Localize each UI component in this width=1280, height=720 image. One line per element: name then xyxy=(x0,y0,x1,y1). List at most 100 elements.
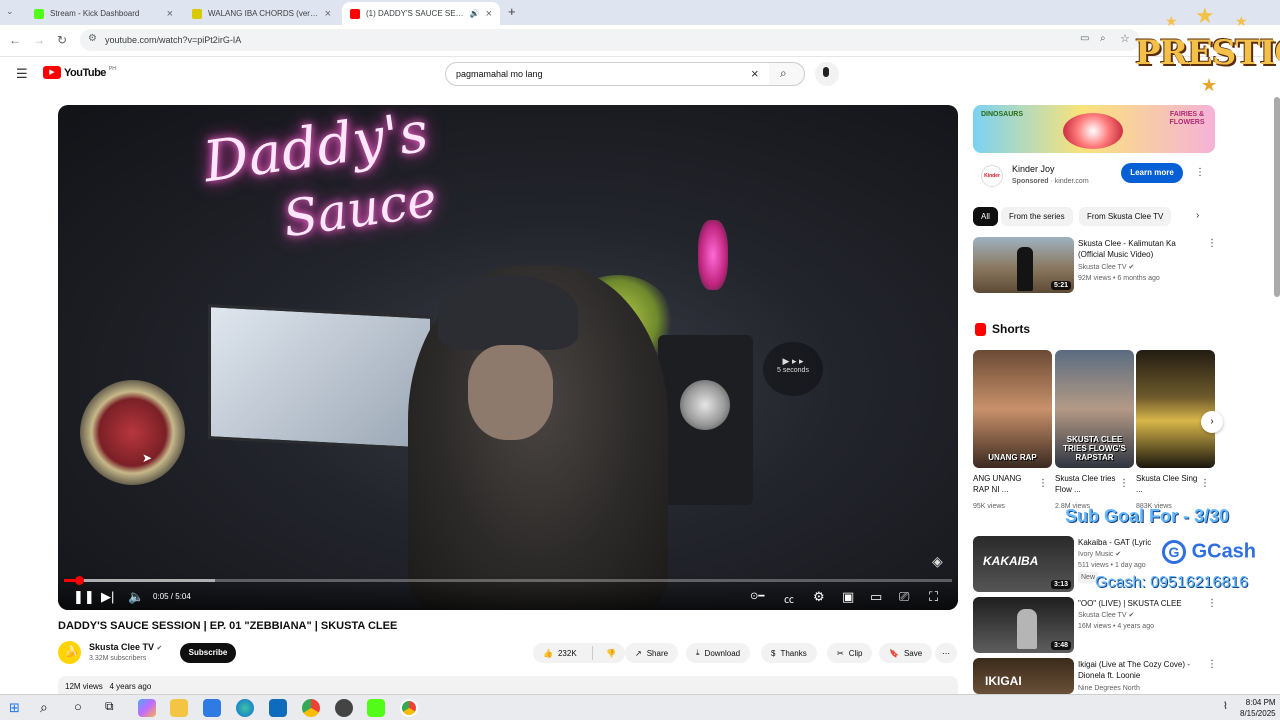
clip-button[interactable]: ✂ Clip xyxy=(827,643,873,663)
short-title[interactable]: Skusta Clee tries Flow ... xyxy=(1055,473,1117,495)
autoplay-toggle-icon[interactable]: ⊙━ xyxy=(750,591,764,602)
share-icon: ↗ xyxy=(635,648,642,658)
tab-title: (1) DADDY'S SAUCE SESSIO xyxy=(366,9,464,18)
next-icon[interactable]: ▶| xyxy=(101,589,114,605)
video-thumbnail[interactable]: 3:48 xyxy=(973,597,1074,653)
copilot-app-icon[interactable] xyxy=(138,699,156,717)
thanks-button[interactable]: $ Thanks xyxy=(761,643,817,663)
reload-icon[interactable]: ↻ xyxy=(57,33,67,47)
advertiser-logo[interactable]: Kinder xyxy=(981,165,1003,187)
studio-monitor-screen xyxy=(208,304,433,451)
search-input[interactable]: pagmamahal mo lang × xyxy=(445,62,770,86)
cast-icon[interactable]: ▭ xyxy=(1080,33,1089,44)
branding-watermark-icon[interactable]: ◈ xyxy=(932,553,943,570)
store-app-icon[interactable] xyxy=(203,699,221,717)
cortana-icon[interactable]: ○ xyxy=(74,699,82,714)
video-player[interactable]: Daddy's Sauce ▶ ▸ ▸ 5 seconds ➤ ◈ ❚❚ ▶| … xyxy=(58,105,958,610)
video-channel-text: Ivory Music xyxy=(1078,551,1114,558)
captions-icon[interactable]: ㏄ xyxy=(784,591,794,606)
back-icon[interactable]: ← xyxy=(9,33,21,47)
description-box[interactable]: 12M views 4 years ago xyxy=(58,676,958,696)
windows-start-icon[interactable]: ⊞ xyxy=(9,700,20,716)
short-menu-icon[interactable]: ⋮ xyxy=(1200,478,1210,489)
search-button[interactable]: ⌕ xyxy=(769,62,805,86)
video-title[interactable]: "OO" (LIVE) | SKUSTA CLEE xyxy=(1078,598,1198,609)
page-scrollbar[interactable] xyxy=(1274,97,1280,297)
volume-icon[interactable]: 🔈 xyxy=(128,589,144,605)
dislike-button[interactable]: 👎 xyxy=(598,649,616,658)
chip-from-channel[interactable]: From Skusta Clee TV xyxy=(1079,207,1172,226)
bookmark-star-icon[interactable]: ☆ xyxy=(1120,32,1130,45)
learn-more-button[interactable]: Learn more xyxy=(1121,163,1183,183)
chrome-app-icon[interactable] xyxy=(302,699,320,717)
fullscreen-icon[interactable]: ⛶ xyxy=(929,589,938,605)
clear-search-icon[interactable]: × xyxy=(751,66,759,81)
chrome-active-app-icon[interactable] xyxy=(400,699,418,717)
short-menu-icon[interactable]: ⋮ xyxy=(1038,478,1048,489)
search-icon[interactable]: ⌕ xyxy=(40,699,48,716)
tab-chords[interactable]: WALANG IBA CHORDS (ver 2) b × xyxy=(184,2,339,25)
settings-gear-icon[interactable]: ⚙ xyxy=(813,589,825,605)
theater-mode-icon[interactable]: ▭ xyxy=(870,589,882,605)
short-card[interactable]: SKUSTA CLEE TRIES FLOWG'S RAPSTAR xyxy=(1055,350,1134,468)
network-icon[interactable]: ⌇ xyxy=(1223,701,1228,712)
close-tab-icon[interactable]: × xyxy=(325,8,331,20)
video-thumbnail[interactable]: 5:21 xyxy=(973,237,1074,293)
youtube-logo[interactable]: ▶ YouTube PH xyxy=(43,66,116,79)
close-tab-icon[interactable]: × xyxy=(486,8,492,20)
channel-name[interactable]: Skusta Clee TV ✔ xyxy=(89,642,162,652)
voice-search-button[interactable] xyxy=(815,62,839,86)
video-menu-icon[interactable]: ⋮ xyxy=(1207,238,1217,249)
tab-kick-dashboard[interactable]: Stream - Kick Dashboard × xyxy=(26,2,181,25)
video-thumbnail[interactable]: IKIGAI xyxy=(973,658,1074,694)
short-card[interactable] xyxy=(1136,350,1215,468)
thumbnail-figure xyxy=(1017,609,1037,649)
video-menu-icon[interactable]: ⋮ xyxy=(1207,659,1217,670)
like-button[interactable]: 👍 232K xyxy=(533,646,593,660)
outlook-app-icon[interactable] xyxy=(269,699,287,717)
ad-menu-icon[interactable]: ⋮ xyxy=(1195,167,1205,178)
edge-browser-icon[interactable] xyxy=(236,699,254,717)
tab-list-chevron-icon[interactable]: ⌄ xyxy=(6,6,14,17)
more-actions-button[interactable]: ⋯ xyxy=(935,643,957,663)
download-button[interactable]: ⤓ Download xyxy=(686,643,751,663)
cast-icon[interactable]: ⎚ xyxy=(899,589,909,605)
chip-all[interactable]: All xyxy=(973,207,998,226)
short-card[interactable]: UNANG RAP xyxy=(973,350,1052,468)
progress-bar[interactable] xyxy=(64,576,952,585)
short-title[interactable]: ANG UNANG RAP NI ... xyxy=(973,473,1035,495)
forward-icon[interactable]: → xyxy=(33,33,45,47)
pause-icon[interactable]: ❚❚ xyxy=(73,589,95,605)
sidebar-ad[interactable]: DINOSAURS FAIRIES & FLOWERS Kinder Kinde… xyxy=(973,105,1215,197)
short-menu-icon[interactable]: ⋮ xyxy=(1119,478,1129,489)
file-explorer-icon[interactable] xyxy=(170,699,188,717)
share-button[interactable]: ↗ Share xyxy=(625,643,679,663)
ad-banner-image[interactable]: DINOSAURS FAIRIES & FLOWERS xyxy=(973,105,1215,153)
close-tab-icon[interactable]: × xyxy=(167,8,173,20)
subscribe-button[interactable]: Subscribe xyxy=(180,643,236,663)
task-view-icon[interactable]: ⧉ xyxy=(105,699,114,714)
audio-playing-icon[interactable]: 🔊 xyxy=(470,9,480,18)
progress-scrubber[interactable] xyxy=(74,576,84,585)
zoom-icon[interactable]: ⌕ xyxy=(1100,33,1106,44)
save-button[interactable]: 🔖 Save xyxy=(879,643,933,663)
shorts-next-button[interactable]: › xyxy=(1201,411,1223,433)
menu-icon[interactable]: ☰ xyxy=(16,66,28,82)
video-thumbnail[interactable]: KAKAIBA 3:13 xyxy=(973,536,1074,592)
site-info-icon[interactable]: ⚙ xyxy=(88,33,97,44)
channel-avatar[interactable]: 🍌 xyxy=(58,641,81,664)
tab-youtube[interactable]: (1) DADDY'S SAUCE SESSIO 🔊 × xyxy=(342,2,500,25)
new-tab-button[interactable]: + xyxy=(508,4,516,19)
chip-from-series[interactable]: From the series xyxy=(1001,207,1073,226)
video-menu-icon[interactable]: ⋮ xyxy=(1207,598,1217,609)
obs-app-icon[interactable] xyxy=(335,699,353,717)
short-title[interactable]: Skusta Clee Sing ... xyxy=(1136,473,1198,495)
address-bar[interactable]: ⚙ youtube.com/watch?v=piPt2irG-IA ▭ ⌕ ☆ xyxy=(80,29,1140,51)
kick-app-icon[interactable] xyxy=(367,699,385,717)
miniplayer-icon[interactable]: ▣ xyxy=(842,589,854,605)
video-title[interactable]: Ikigai (Live at The Cozy Cove) - Dionela… xyxy=(1078,659,1203,681)
chips-next-icon[interactable]: › xyxy=(1196,210,1199,221)
system-clock[interactable]: 8:04 PM 8/15/2025 xyxy=(1240,697,1276,719)
video-title[interactable]: Skusta Clee - Kalimutan Ka (Official Mus… xyxy=(1078,238,1198,260)
video-title[interactable]: Kakaiba - GAT (Lyric xyxy=(1078,537,1158,548)
